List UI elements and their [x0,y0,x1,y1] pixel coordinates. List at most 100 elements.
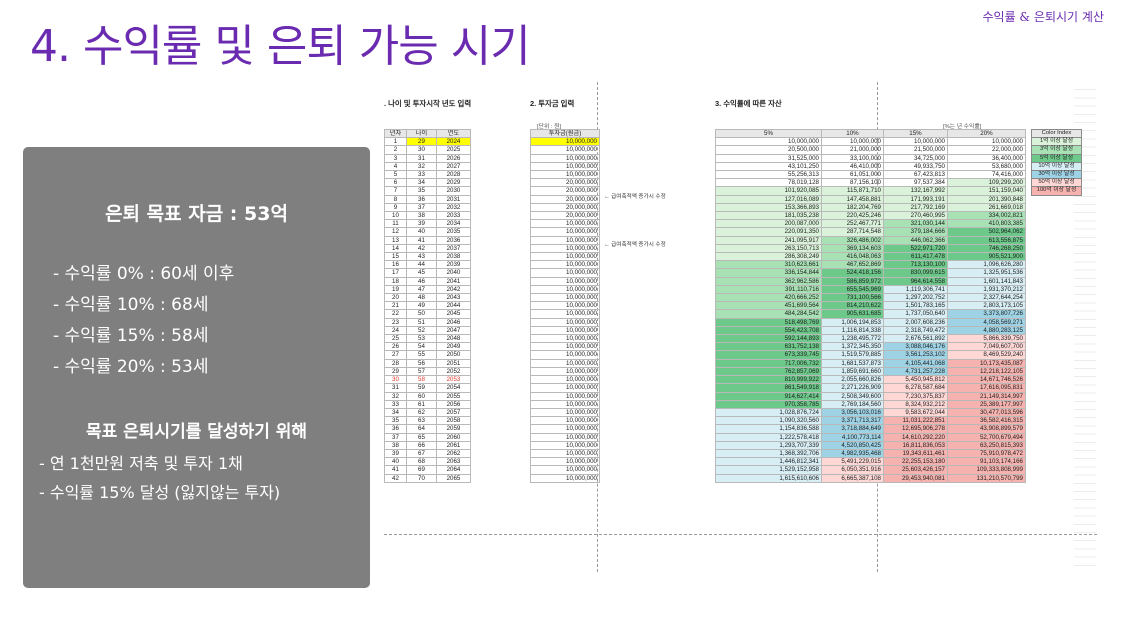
asset-cell: 4,058,569,271 [947,317,1026,327]
asset-cell: 91,103,174,166 [947,457,1026,467]
asset-cell: 310,623,661 [715,260,822,270]
asset-cell: 746,268,250 [947,243,1026,254]
table-row: 362,962,586 586,859,972 964,614,558 1,601,1… [715,276,1026,286]
asset-cell: 181,035,238 [715,211,822,221]
investment-cell: 10,000,000 [530,268,600,278]
year-index-cell: 25 [384,334,407,344]
asset-cell: 1,096,626,280 [947,260,1026,270]
table-row: 10,000,000 [530,161,600,172]
asset-cell: 1,116,814,338 [821,325,884,336]
year-index-cell: 9 [384,202,407,213]
rate-item: - 수익률 10% : 68세 [53,295,209,315]
asset-cell: 11,031,222,851 [883,416,948,426]
year-index-cell: 29 [384,366,407,377]
asset-cell: 362,962,586 [715,276,822,286]
col-header: 년차 [384,128,407,139]
age-year-table: 년차 나이 연도 1 29 2024 2 30 2025 3 31 2026 4 32 2027 5 33… [384,128,471,483]
year-cell: 2028 [436,170,471,180]
asset-cell: 416,048,063 [821,252,884,262]
year-index-cell: 23 [384,317,407,327]
investment-cell: 10,000,000 [530,473,600,483]
table-row: 1,293,707,339 4,520,850,425 16,811,836,053… [715,440,1026,450]
table-row: 1,154,836,588 3,718,884,649 12,695,906,278… [715,424,1026,434]
asset-cell: 147,458,881 [821,194,884,204]
asset-cell: 731,100,566 [821,293,884,303]
strategy-list: - 연 1천만원 저축 및 투자 1채 - 수익률 15% 달성 (잃지않는 투… [39,449,280,507]
investment-cell: 10,000,000 [530,334,600,344]
table-row: 33 61 2056 [384,399,471,409]
asset-cell: 49,933,750 [883,161,948,172]
asset-cell: 12,218,122,105 [947,366,1026,377]
table-row: 10,000,000 [530,260,600,270]
investment-cell: 10,000,000 [530,317,600,327]
table-row: 21 49 2044 [384,301,471,311]
rate-item: - 수익률 15% : 58세 [53,326,209,346]
asset-cell: 4,520,850,425 [821,440,884,450]
asset-cell: 21,000,000 [821,145,884,155]
table-row: 1,028,876,724 3,056,103,016 9,583,672,044 3… [715,407,1026,418]
asset-cell: 153,366,893 [715,202,822,213]
asset-cell: 201,390,848 [947,194,1026,204]
age-cell: 38 [406,211,437,221]
table-row: 10,000,000 [530,252,600,262]
asset-cell: 970,358,785 [715,399,822,409]
table-row: 717,006,732 1,681,537,873 4,105,441,068 10,… [715,358,1026,368]
asset-cell: 61,051,000 [821,170,884,180]
age-cell: 55 [406,350,437,360]
table-row: 32 60 2055 [384,391,471,401]
asset-cell: 3,371,713,317 [821,416,884,426]
legend-item: 30억 이상 달성 [1031,170,1082,180]
year-index-cell: 35 [384,416,407,426]
table-row: 10,000,000 [530,276,600,286]
table-row: 1,615,610,606 6,665,387,108 29,453,940,081… [715,473,1026,483]
table-row: 1,368,392,706 4,982,935,468 19,343,611,461… [715,448,1026,459]
table-row: 20,000,000 [530,178,600,188]
table-row: 55,256,313 61,051,000 67,423,813 74,416,000 [715,170,1026,180]
legend-item: 3억 이상 달성 [1031,145,1082,155]
table-row: 39 67 2062 [384,448,471,459]
table-row: 10,000,000 [530,358,600,368]
asset-cell: 4,731,257,228 [883,366,948,377]
age-cell: 56 [406,358,437,368]
age-cell: 48 [406,293,437,303]
table-row: 31,525,000 33,100,000 34,725,000 36,400,000 [715,153,1026,163]
asset-cell: 1,006,194,853 [821,317,884,327]
asset-cell: 410,803,385 [947,219,1026,229]
asset-cell: 87,156,100 [821,178,884,188]
table-row: 10,000,000 [530,448,600,459]
asset-cell: 586,859,972 [821,276,884,286]
asset-cell: 8,324,932,212 [883,399,948,409]
table-row: 484,284,542 905,631,685 1,737,050,640 3,373… [715,309,1026,319]
table-row: 7 35 2030 [384,186,471,196]
table-row: 20,000,000 [530,202,600,213]
asset-cell: 151,159,040 [947,186,1026,196]
asset-cell: 1,154,836,588 [715,424,822,434]
asset-cell: 321,030,144 [883,219,948,229]
table-row: 20,000,000 [530,186,600,196]
table-row: 10,000,000 [530,342,600,352]
asset-cell: 36,400,000 [947,153,1026,163]
table-row: 10,000,000 [530,317,600,327]
table-row: 10,000,000 [530,145,600,155]
asset-cell: 19,343,611,461 [883,448,948,459]
year-index-cell: 13 [384,235,407,245]
investment-cell: 20,000,000 [530,211,600,221]
age-cell: 63 [406,416,437,426]
age-cell: 31 [406,153,437,163]
year-cell: 2034 [436,219,471,229]
year-cell: 2053 [436,375,471,385]
age-cell: 57 [406,366,437,377]
table-row: 241,095,917 326,486,002 446,062,366 613,556… [715,235,1026,245]
legend-item: 100억 이상 달성 [1031,186,1082,196]
table-row: 1,529,152,958 6,050,351,916 25,603,426,157… [715,465,1026,475]
year-cell: 2041 [436,276,471,286]
year-cell: 2051 [436,358,471,368]
asset-cell: 20,500,000 [715,145,822,155]
table-row: 810,999,922 2,055,660,826 5,450,945,812 14,… [715,375,1026,385]
year-cell: 2057 [436,407,471,418]
asset-cell: 2,508,349,600 [821,391,884,401]
year-index-cell: 11 [384,219,407,229]
asset-cell: 115,871,710 [821,186,884,196]
asset-cell: 554,423,708 [715,325,822,336]
asset-cell: 611,417,478 [883,252,948,262]
